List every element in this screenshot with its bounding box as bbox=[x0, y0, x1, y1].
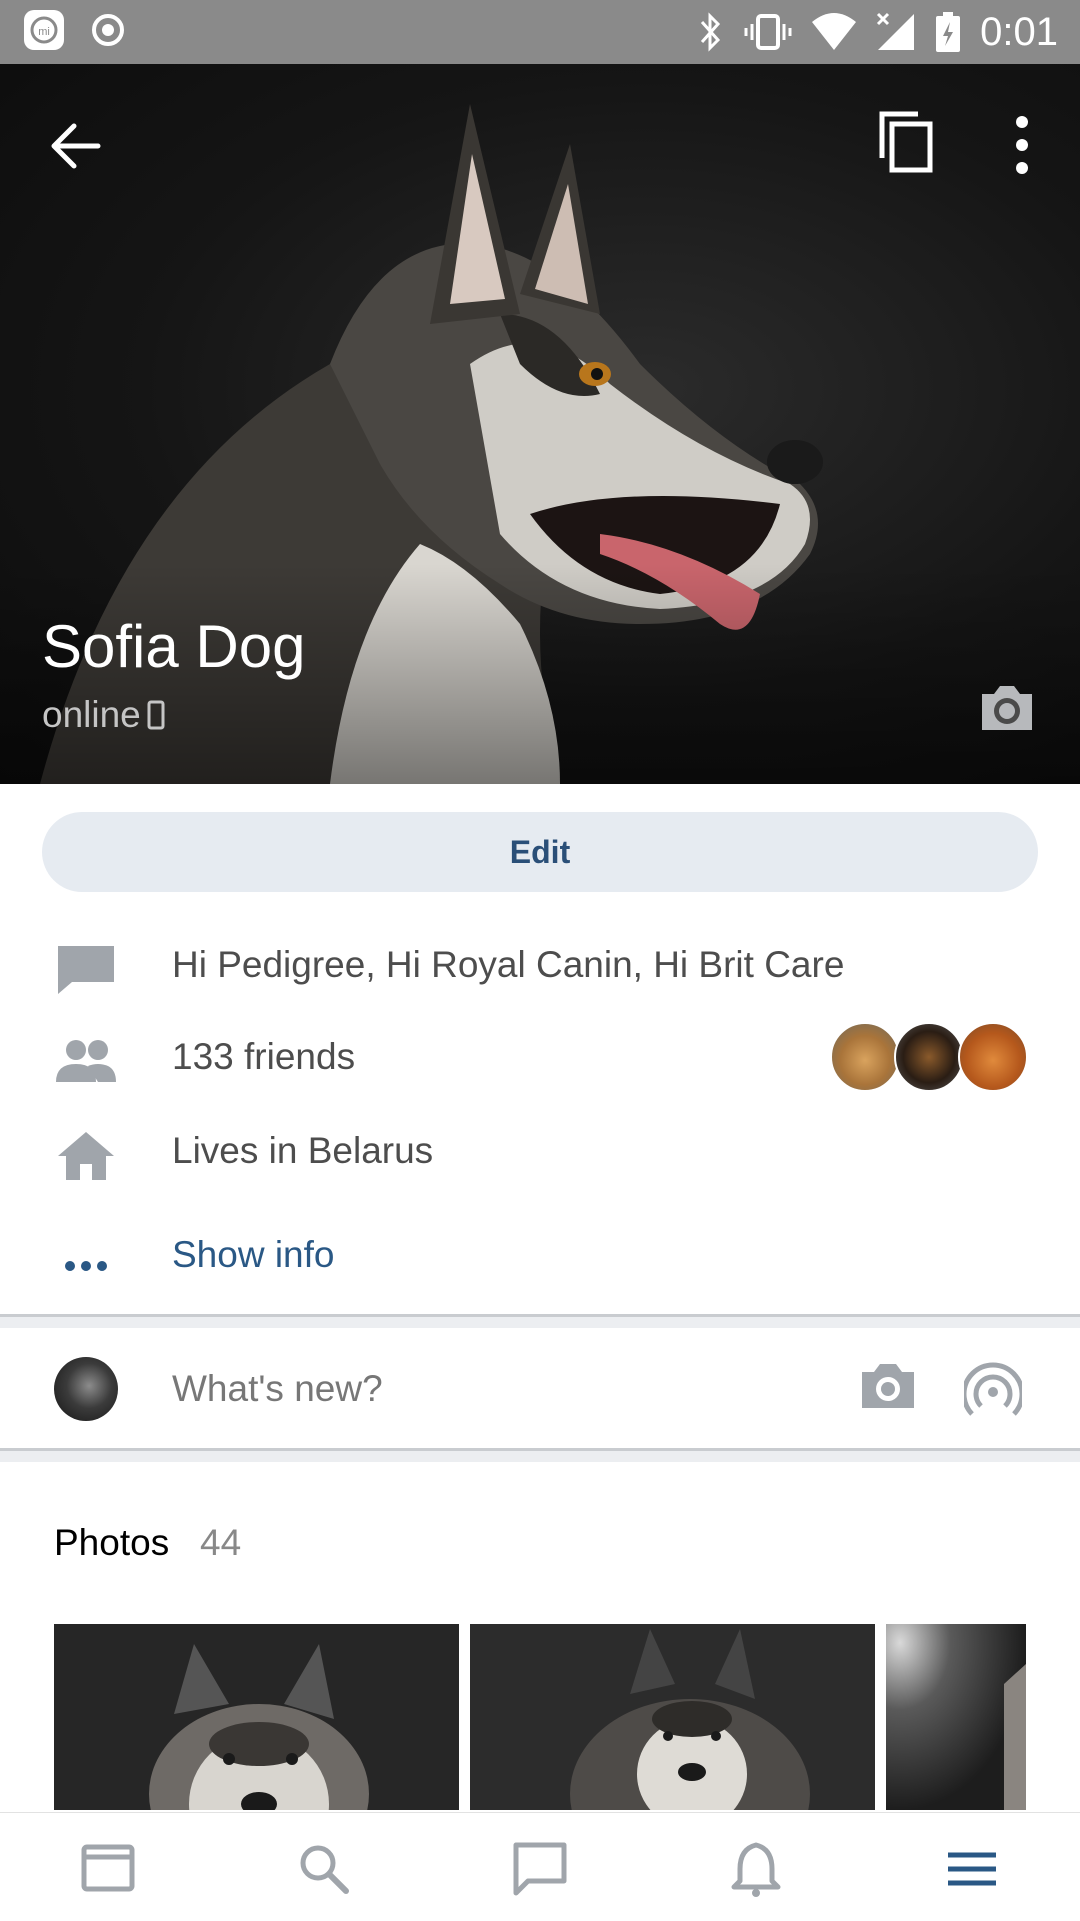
status-text: Hi Pedigree, Hi Royal Canin, Hi Brit Car… bbox=[172, 944, 845, 985]
record-icon bbox=[92, 14, 124, 46]
photo-thumbnail[interactable] bbox=[886, 1624, 1026, 1810]
home-icon bbox=[58, 1132, 114, 1180]
show-info-link[interactable]: Show info bbox=[172, 1234, 335, 1276]
composer-avatar bbox=[54, 1357, 118, 1421]
copy-icon[interactable] bbox=[876, 108, 936, 174]
more-horizontal-icon bbox=[65, 1261, 107, 1271]
edit-profile-button[interactable]: Edit bbox=[42, 812, 1038, 892]
whats-new-input[interactable]: What's new? bbox=[172, 1368, 383, 1410]
photo-image bbox=[470, 1624, 875, 1810]
photo-image bbox=[886, 1624, 1026, 1810]
notifications-icon[interactable] bbox=[726, 1841, 786, 1897]
photos-count: 44 bbox=[200, 1522, 242, 1563]
change-cover-camera-icon[interactable] bbox=[978, 682, 1036, 734]
signal-icon bbox=[877, 12, 915, 50]
more-vertical-icon[interactable] bbox=[1004, 114, 1040, 176]
avatar bbox=[830, 1022, 900, 1092]
section-divider bbox=[0, 1314, 1080, 1328]
profile-cover: Sofia Dog online bbox=[0, 64, 1080, 784]
online-status-text: online bbox=[42, 694, 141, 735]
wifi-icon bbox=[812, 13, 857, 50]
avatar bbox=[894, 1022, 964, 1092]
show-info-row[interactable]: Show info bbox=[0, 1222, 1080, 1292]
bluetooth-icon bbox=[701, 12, 721, 52]
svg-text:mi: mi bbox=[38, 26, 50, 38]
photos-title[interactable]: Photos bbox=[54, 1522, 169, 1564]
avatar bbox=[958, 1022, 1028, 1092]
menu-icon[interactable] bbox=[942, 1841, 1002, 1897]
camera-icon[interactable] bbox=[860, 1360, 916, 1412]
clock: 0:01 bbox=[980, 9, 1058, 54]
bottom-navigation bbox=[0, 1812, 1080, 1921]
photo-thumbnail[interactable] bbox=[54, 1624, 459, 1810]
status-row[interactable]: Hi Pedigree, Hi Royal Canin, Hi Brit Car… bbox=[0, 932, 1080, 1002]
friends-count: 133 friends bbox=[172, 1036, 356, 1077]
section-divider bbox=[0, 1448, 1080, 1462]
mobile-icon bbox=[147, 700, 165, 730]
friends-icon bbox=[56, 1040, 116, 1082]
search-icon[interactable] bbox=[294, 1841, 354, 1897]
friends-row[interactable]: 133 friends bbox=[0, 1022, 1080, 1094]
photo-thumbnail[interactable] bbox=[470, 1624, 875, 1810]
back-arrow-icon[interactable] bbox=[46, 116, 106, 176]
location-text: Lives in Belarus bbox=[172, 1130, 434, 1171]
messages-icon[interactable] bbox=[510, 1841, 570, 1897]
live-broadcast-icon[interactable] bbox=[964, 1362, 1022, 1420]
location-row: Lives in Belarus bbox=[0, 1118, 1080, 1188]
battery-icon bbox=[936, 12, 961, 52]
friend-avatars[interactable] bbox=[830, 1022, 1030, 1092]
online-status: online bbox=[42, 694, 165, 736]
photo-image bbox=[54, 1624, 459, 1810]
mi-app-icon: mi bbox=[24, 10, 64, 50]
status-bar: mi 0:01 bbox=[0, 0, 1080, 64]
news-icon[interactable] bbox=[78, 1841, 138, 1897]
message-icon bbox=[58, 946, 114, 994]
profile-name: Sofia Dog bbox=[42, 613, 306, 680]
vibrate-icon bbox=[744, 14, 792, 50]
